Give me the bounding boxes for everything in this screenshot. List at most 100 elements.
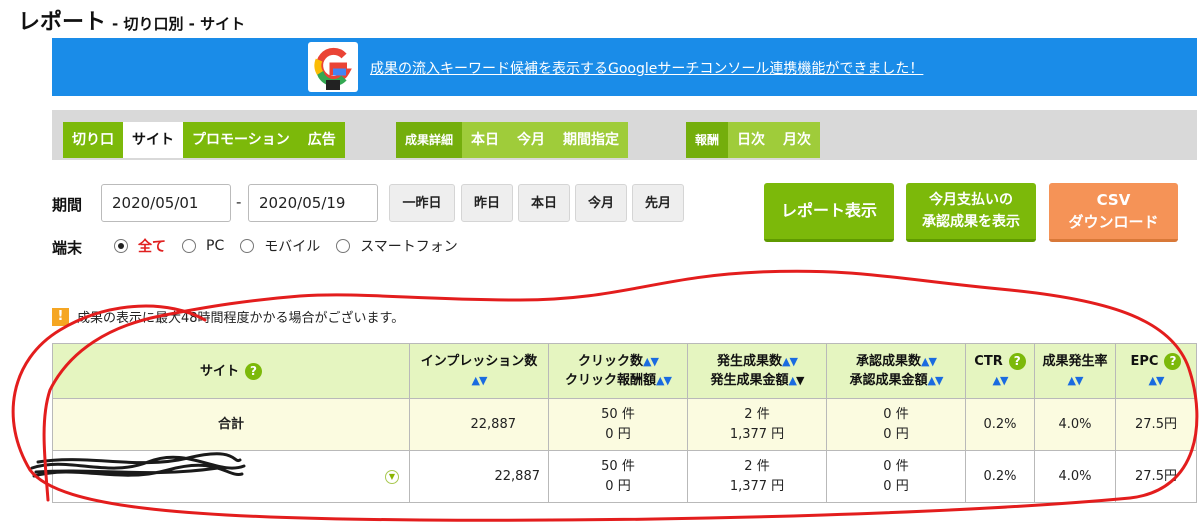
- header-site: サイト?: [52, 343, 410, 399]
- help-icon[interactable]: ?: [1164, 353, 1182, 370]
- header-occurred-amount-label: 発生成果金額: [710, 373, 789, 388]
- device-option-all[interactable]: 全て: [114, 236, 166, 256]
- help-icon[interactable]: ?: [245, 362, 262, 380]
- sort-arrows-icon[interactable]: ▲▼: [1068, 374, 1084, 387]
- tab-group-dimension: 切り口 サイト プロモーション 広告: [63, 122, 345, 158]
- device-option-pc[interactable]: PC: [182, 238, 224, 254]
- tab-group-results: 成果詳細 本日 今月 期間指定: [396, 122, 629, 158]
- row-approved-cell: 0 件0 円: [826, 450, 966, 503]
- total-label: 合計: [52, 398, 410, 451]
- page-title-main: レポート: [18, 10, 107, 35]
- tab-daily[interactable]: 日次: [728, 122, 775, 158]
- tab-promotion[interactable]: プロモーション: [183, 122, 299, 158]
- banner-link[interactable]: 成果の流入キーワード候補を表示するGoogleサーチコンソール連携機能ができまし…: [370, 58, 923, 78]
- total-ctr: 0.2%: [965, 398, 1035, 451]
- yesterday-button[interactable]: 昨日: [461, 184, 513, 222]
- total-occurred: 2 件: [744, 406, 770, 422]
- last-month-button[interactable]: 先月: [632, 184, 684, 222]
- total-impressions: 22,887: [409, 398, 549, 451]
- header-site-label: サイト: [199, 363, 239, 379]
- radio-checked-icon: [114, 239, 128, 253]
- tab-site[interactable]: サイト: [123, 122, 183, 158]
- warning-icon: !: [52, 307, 69, 326]
- header-rate[interactable]: 成果発生率 ▲▼: [1034, 343, 1116, 399]
- announcement-banner[interactable]: 成果の流入キーワード候補を表示するGoogleサーチコンソール連携機能ができまし…: [52, 38, 1197, 96]
- day-before-yesterday-button[interactable]: 一昨日: [389, 184, 455, 222]
- tab-reward[interactable]: 報酬: [686, 122, 729, 158]
- tab-monthly[interactable]: 月次: [774, 122, 821, 158]
- tab-bar: 切り口 サイト プロモーション 広告 成果詳細 本日 今月 期間指定 報酬 日次…: [52, 110, 1197, 160]
- start-date-input[interactable]: 2020/05/01: [101, 184, 231, 222]
- device-option-all-label: 全て: [138, 239, 166, 255]
- today-button[interactable]: 本日: [518, 184, 570, 222]
- tab-date-range[interactable]: 期間指定: [554, 122, 629, 158]
- device-radio-group: 全て PC モバイル スマートフォン: [114, 233, 474, 259]
- total-occurred-amount: 1,377 円: [729, 426, 785, 442]
- row-ctr: 0.2%: [965, 450, 1035, 503]
- show-approved-button[interactable]: 今月支払いの 承認成果を表示: [906, 183, 1036, 242]
- total-click-reward: 0 円: [605, 426, 631, 442]
- row-occurred-cell: 2 件 1,377 円: [687, 450, 827, 503]
- this-month-button[interactable]: 今月: [575, 184, 627, 222]
- sort-arrows-icon[interactable]: ▲▼: [1149, 374, 1165, 387]
- table-total-row: 合計 22,887 50 件 0 円 2 件 1,377 円 0 件0 円 0.2%…: [52, 398, 1197, 451]
- header-approved-label: 承認成果数: [856, 354, 922, 369]
- row-clicks-cell: 50 件 0 円: [548, 450, 688, 503]
- row-approved-amount: 0 円: [883, 478, 909, 494]
- tab-today[interactable]: 本日: [462, 122, 509, 158]
- sort-arrows-icon[interactable]: ▲▼: [782, 355, 798, 368]
- device-option-mobile[interactable]: モバイル: [240, 236, 320, 256]
- header-click-reward-label: クリック報酬額: [565, 373, 657, 388]
- header-occurred[interactable]: 発生成果数▲▼ 発生成果金額▲▼: [687, 343, 827, 399]
- redaction-scribble: [30, 452, 246, 478]
- row-click-reward: 0 円: [605, 478, 631, 494]
- row-occurred: 2 件: [744, 458, 770, 474]
- device-option-mobile-label: モバイル: [264, 239, 321, 255]
- header-clicks[interactable]: クリック数▲▼ クリック報酬額▲▼: [548, 343, 688, 399]
- device-option-smartphone[interactable]: スマートフォン: [336, 236, 458, 256]
- row-occurred-amount: 1,377 円: [729, 478, 785, 494]
- expand-icon[interactable]: ▼: [385, 469, 399, 484]
- sort-arrows-icon[interactable]: ▲▼: [472, 374, 488, 387]
- end-date-input[interactable]: 2020/05/19: [248, 184, 378, 222]
- total-clicks: 50 件: [601, 406, 635, 422]
- radio-unchecked-icon: [182, 239, 196, 253]
- sort-arrows-icon[interactable]: ▲▼: [789, 374, 805, 387]
- header-ctr-label: CTR: [974, 354, 1003, 369]
- sort-arrows-icon[interactable]: ▲▼: [928, 374, 944, 387]
- total-occurred-cell: 2 件 1,377 円: [687, 398, 827, 451]
- tab-dimension[interactable]: 切り口: [63, 122, 123, 158]
- tab-ad[interactable]: 広告: [298, 122, 345, 158]
- sort-arrows-icon[interactable]: ▲▼: [656, 374, 672, 387]
- sort-arrows-icon[interactable]: ▲▼: [643, 355, 659, 368]
- help-icon[interactable]: ?: [1008, 353, 1026, 370]
- total-clicks-cell: 50 件 0 円: [548, 398, 688, 451]
- row-epc: 27.5円: [1115, 450, 1197, 503]
- total-rate: 4.0%: [1034, 398, 1116, 451]
- row-rate: 4.0%: [1034, 450, 1116, 503]
- row-approved: 0 件: [883, 458, 909, 474]
- header-impressions[interactable]: インプレッション数 ▲▼: [409, 343, 549, 399]
- sort-arrows-icon[interactable]: ▲▼: [921, 355, 937, 368]
- sort-arrows-icon[interactable]: ▲▼: [993, 374, 1009, 387]
- total-epc: 27.5円: [1115, 398, 1197, 451]
- device-option-pc-label: PC: [206, 238, 225, 254]
- tab-group-reward: 報酬 日次 月次: [686, 122, 821, 158]
- radio-unchecked-icon: [240, 239, 255, 253]
- total-approved-cell: 0 件0 円: [826, 398, 966, 451]
- google-logo-icon: [308, 42, 358, 92]
- header-epc[interactable]: EPC? ▲▼: [1115, 343, 1197, 399]
- table-header-row: サイト? インプレッション数 ▲▼ クリック数▲▼ クリック報酬額▲▼ 発生成果数▲…: [52, 343, 1197, 399]
- notice-text: 成果の表示に最大48時間程度かかる場合がございます。: [77, 311, 405, 326]
- header-approved-amount-label: 承認成果金額: [849, 373, 928, 388]
- tab-this-month[interactable]: 今月: [508, 122, 555, 158]
- header-ctr[interactable]: CTR? ▲▼: [965, 343, 1035, 399]
- date-separator: -: [236, 193, 242, 211]
- csv-download-button[interactable]: CSV ダウンロード: [1049, 183, 1178, 242]
- header-approved[interactable]: 承認成果数▲▼ 承認成果金額▲▼: [826, 343, 966, 399]
- period-label: 期間: [52, 196, 83, 214]
- show-report-button[interactable]: レポート表示: [764, 183, 894, 242]
- delay-notice: ! 成果の表示に最大48時間程度かかる場合がございます。: [52, 307, 404, 326]
- total-approved-amount: 0 円: [883, 426, 909, 442]
- tab-result-detail[interactable]: 成果詳細: [396, 122, 463, 158]
